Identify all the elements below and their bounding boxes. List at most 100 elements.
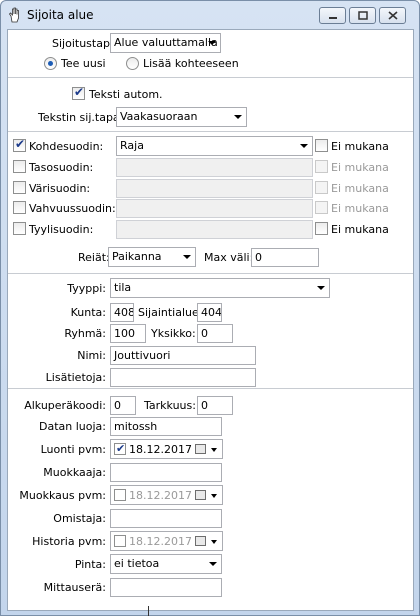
filter-style-field [116, 220, 313, 239]
maximize-icon [357, 11, 368, 20]
filter-style-excluded-checkbox[interactable] [315, 222, 328, 235]
location-label: Sijaintialue: [138, 306, 203, 319]
owner-input[interactable] [110, 509, 222, 528]
divider [8, 273, 413, 274]
municipality-input[interactable]: 408 [110, 303, 134, 322]
editor-label: Muokkaaja: [43, 466, 106, 479]
calendar-icon [195, 490, 206, 500]
history-date-picker[interactable]: 18.12.2017 [110, 531, 223, 551]
measurement-batch-label: Mittauserä: [43, 581, 106, 594]
dialog-body: Sijoitustapa Alue valuuttamalla Tee uusi… [7, 29, 414, 611]
max-gap-label: Max väli: [204, 251, 254, 264]
radio-add-label: Lisää kohteeseen [143, 57, 239, 70]
filter-weight-checkbox[interactable] [13, 201, 26, 214]
filter-style-checkbox[interactable] [13, 222, 26, 235]
history-date-checkbox[interactable] [114, 535, 126, 547]
history-date-label: Historia pvm: [32, 535, 106, 548]
filter-level-checkbox[interactable] [13, 160, 26, 173]
dialog-window: Sijoita alue Sijoitustapa Alue valuuttam… [0, 0, 420, 616]
chevron-down-icon [208, 41, 216, 45]
unit-label: Yksikko: [151, 327, 196, 340]
divider [8, 131, 413, 132]
filter-object-value: Raja [120, 139, 144, 152]
type-select[interactable]: tila [110, 278, 330, 298]
measurement-batch-input[interactable] [110, 578, 222, 597]
radio-new-label: Tee uusi [61, 57, 106, 70]
filter-object-label: Kohdesuodin: [29, 140, 104, 153]
text-placement-select[interactable]: Vaakasuoraan [116, 107, 247, 127]
group-input[interactable]: 100 [110, 324, 146, 343]
check-icon: ✔ [116, 442, 126, 455]
window-title: Sijoita alue [27, 8, 94, 22]
minimize-button[interactable] [319, 7, 346, 24]
location-input[interactable]: 404 [197, 303, 222, 322]
holes-select[interactable]: Paikanna [108, 247, 196, 267]
radio-new[interactable] [44, 57, 57, 70]
radio-add[interactable] [126, 57, 139, 70]
filter-weight-excluded-label: Ei mukana [331, 202, 389, 215]
placement-method-select[interactable]: Alue valuuttamalla [110, 33, 221, 53]
title-bar[interactable]: Sijoita alue [1, 1, 419, 29]
accuracy-input[interactable]: 0 [197, 396, 233, 415]
divider [8, 77, 413, 78]
surface-select[interactable]: ei tietoa [110, 554, 222, 574]
created-date-checkbox[interactable]: ✔ [114, 442, 126, 455]
chevron-down-icon [211, 448, 217, 452]
filter-object-excluded-label: Ei mukana [331, 140, 389, 153]
text-placement-value: Vaakasuoraan [120, 110, 198, 123]
modified-date-label: Muokkaus pvm: [19, 489, 106, 502]
name-label: Nimi: [77, 349, 106, 362]
filter-color-field [116, 179, 313, 198]
data-creator-input[interactable]: mitossh [110, 417, 222, 436]
owner-label: Omistaja: [53, 512, 106, 525]
filter-style-excluded-label: Ei mukana [331, 223, 389, 236]
close-icon [387, 11, 398, 20]
filter-object-excluded-checkbox[interactable] [315, 139, 328, 152]
modified-date-value: 18.12.2017 [129, 489, 192, 502]
filter-color-checkbox[interactable] [13, 181, 26, 194]
maximize-button[interactable] [349, 7, 376, 24]
extra-info-input[interactable] [110, 368, 256, 387]
history-date-value: 18.12.2017 [129, 535, 192, 548]
editor-input[interactable] [110, 463, 222, 482]
unit-input[interactable]: 0 [197, 324, 233, 343]
modified-date-checkbox[interactable] [114, 489, 126, 501]
type-label: Tyyppi: [67, 282, 106, 295]
divider [8, 388, 413, 389]
filter-level-label: Tasosuodin: [29, 161, 94, 174]
text-auto-checkbox[interactable]: ✔ [72, 85, 85, 100]
data-creator-label: Datan luoja: [39, 420, 106, 433]
close-button[interactable] [379, 7, 406, 24]
extra-info-label: Lisätietoja: [45, 371, 106, 384]
holes-label: Reiät: [78, 251, 110, 264]
max-gap-input[interactable]: 0 [251, 248, 319, 267]
filter-object-select[interactable]: Raja [116, 136, 313, 156]
filter-weight-excluded-checkbox [315, 201, 328, 214]
created-date-value: 18.12.2017 [129, 443, 192, 456]
radio-selected-dot [48, 61, 53, 66]
type-value: tila [114, 281, 132, 294]
filter-weight-label: Vahvuussuodin: [29, 202, 116, 215]
chevron-down-icon [211, 494, 217, 498]
filter-object-checkbox[interactable]: ✔ [13, 138, 26, 152]
origin-code-input[interactable]: 0 [110, 396, 136, 415]
accuracy-label: Tarkkuus: [144, 399, 196, 412]
name-input[interactable]: Jouttivuori [110, 346, 256, 365]
holes-value: Paikanna [112, 250, 162, 263]
chevron-down-icon [211, 540, 217, 544]
created-date-label: Luonti pvm: [40, 443, 106, 456]
minimize-icon [328, 16, 337, 19]
placement-method-label: Sijoitustapa [52, 37, 117, 50]
chevron-down-icon [300, 144, 308, 148]
calendar-icon [195, 444, 206, 454]
modified-date-picker[interactable]: 18.12.2017 [110, 485, 223, 505]
surface-label: Pinta: [74, 558, 106, 571]
created-date-picker[interactable]: ✔ 18.12.2017 [110, 439, 223, 459]
check-icon: ✔ [74, 85, 85, 99]
filter-style-label: Tyylisuodin: [29, 223, 94, 236]
surface-value: ei tietoa [114, 557, 160, 570]
origin-code-label: Alkuperäkoodi: [24, 399, 106, 412]
text-placement-label: Tekstin sij.tapa [38, 111, 120, 124]
hand-icon [8, 7, 19, 23]
cursor-mark [148, 606, 149, 616]
